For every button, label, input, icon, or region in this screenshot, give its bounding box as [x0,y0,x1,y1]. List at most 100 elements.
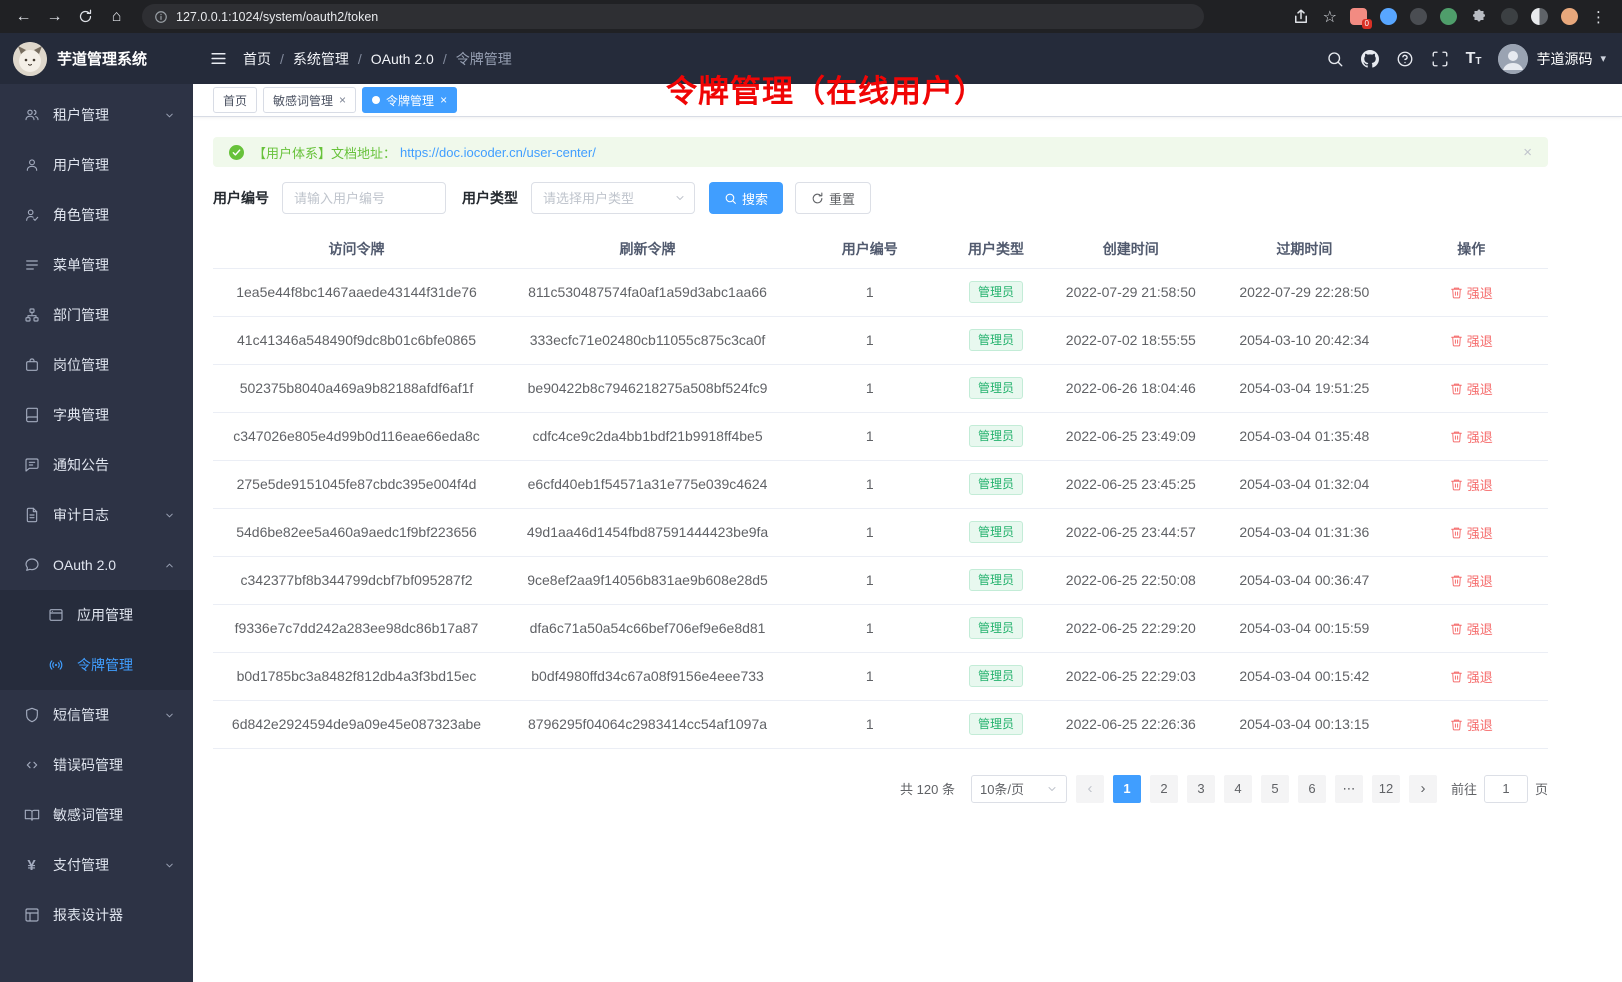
page-size-select[interactable]: 10条/页 [971,775,1067,803]
extension-icon-6[interactable] [1531,8,1548,25]
page-button-1[interactable]: 1 [1113,775,1141,803]
sidebar-item-post[interactable]: 岗位管理 [0,340,193,390]
sidebar-item-report-designer[interactable]: 报表设计器 [0,890,193,940]
fullscreen-icon[interactable] [1431,50,1449,68]
extension-icon-5[interactable] [1501,8,1518,25]
expire-time-cell: 2054-03-04 00:13:15 [1214,700,1394,748]
doc-link[interactable]: https://doc.iocoder.cn/user-center/ [400,145,596,160]
refresh-token-cell: 9ce8ef2aa9f14056b831ae9b608e28d5 [500,556,795,604]
close-icon[interactable]: × [339,94,346,106]
url-text[interactable]: 127.0.0.1:1024/system/oauth2/token [176,10,378,24]
sidebar-item-dict[interactable]: 字典管理 [0,390,193,440]
extension-icon-2[interactable] [1380,8,1397,25]
github-icon[interactable] [1361,50,1379,68]
access-token-cell: c342377bf8b344799dcbf7bf095287f2 [213,556,500,604]
app-title: 芋道管理系统 [57,48,147,69]
help-icon[interactable] [1396,50,1414,68]
force-logout-button[interactable]: 强退 [1450,283,1493,302]
close-icon[interactable]: × [440,94,447,106]
sidebar-item-oauth[interactable]: OAuth 2.0 [0,540,193,590]
tab-sensitive-word[interactable]: 敏感词管理 × [263,87,356,113]
sidebar-item-label: 应用管理 [77,605,133,625]
browser-forward-button[interactable]: → [41,3,68,30]
access-token-cell: 275e5de9151045fe87cbdc395e004f4d [213,460,500,508]
sidebar-item-user[interactable]: 用户管理 [0,140,193,190]
prev-page-button[interactable]: ‹ [1076,775,1104,803]
page-button-6[interactable]: 6 [1298,775,1326,803]
force-logout-label: 强退 [1467,475,1493,494]
sidebar-item-error-code[interactable]: 错误码管理 [0,740,193,790]
page-button-5[interactable]: 5 [1261,775,1289,803]
bookmark-star-icon[interactable]: ☆ [1323,7,1337,27]
force-logout-button[interactable]: 强退 [1450,619,1493,638]
sidebar-item-audit-log[interactable]: 审计日志 [0,490,193,540]
announcement-icon [23,457,40,474]
extension-icon-3[interactable] [1410,8,1427,25]
force-logout-button[interactable]: 强退 [1450,571,1493,590]
force-logout-button[interactable]: 强退 [1450,715,1493,734]
tab-token[interactable]: 令牌管理 × [362,87,457,113]
table-header-row: 访问令牌 刷新令牌 用户编号 用户类型 创建时间 过期时间 操作 [213,230,1548,268]
page-button-2[interactable]: 2 [1150,775,1178,803]
font-size-icon[interactable]: TT [1466,51,1482,67]
next-page-button[interactable]: › [1409,775,1437,803]
briefcase-icon [23,357,40,374]
extension-icon-4[interactable] [1440,8,1457,25]
force-logout-label: 强退 [1467,331,1493,350]
force-logout-button[interactable]: 强退 [1450,427,1493,446]
user-menu[interactable]: 芋道源码 ▾ [1498,44,1606,74]
breadcrumb-oauth[interactable]: OAuth 2.0 [371,51,434,67]
search-button[interactable]: 搜索 [709,182,783,214]
main-area: 首页 / 系统管理 / OAuth 2.0 / 令牌管理 [193,33,1622,982]
force-logout-button[interactable]: 强退 [1450,379,1493,398]
create-time-cell: 2022-07-29 21:58:50 [1047,268,1214,316]
user-id-input[interactable] [282,182,446,214]
sidebar-item-payment[interactable]: ¥ 支付管理 [0,840,193,890]
sidebar-item-sensitive-word[interactable]: 敏感词管理 [0,790,193,840]
search-icon[interactable] [1326,50,1344,68]
user-type-badge: 管理员 [969,713,1023,735]
page-button-3[interactable]: 3 [1187,775,1215,803]
sidebar-item-menu[interactable]: 菜单管理 [0,240,193,290]
sidebar-item-oauth-app[interactable]: 应用管理 [0,590,193,640]
user-type-select-input[interactable] [531,182,695,214]
sidebar-item-oauth-token[interactable]: 令牌管理 [0,640,193,690]
browser-reload-button[interactable] [72,3,99,30]
browser-back-button[interactable]: ← [10,3,37,30]
page-button-4[interactable]: 4 [1224,775,1252,803]
force-logout-button[interactable]: 强退 [1450,523,1493,542]
delete-icon [1450,286,1463,299]
table-row: c347026e805e4d99b0d116eae66eda8c cdfc4ce… [213,412,1548,460]
action-cell: 强退 [1394,508,1548,556]
share-icon[interactable] [1292,8,1310,26]
hamburger-menu-icon[interactable] [209,49,228,68]
tab-home[interactable]: 首页 [213,87,257,113]
app-logo[interactable]: 芋道管理系统 [0,33,193,84]
breadcrumb-home[interactable]: 首页 [243,49,271,69]
browser-home-button[interactable]: ⌂ [103,3,130,30]
breadcrumb-system[interactable]: 系统管理 [293,49,349,69]
extensions-puzzle-icon[interactable] [1470,8,1488,26]
sidebar-item-label: 菜单管理 [53,255,109,275]
more-pages-button[interactable]: ⋯ [1335,775,1363,803]
force-logout-button[interactable]: 强退 [1450,667,1493,686]
sidebar-item-label: 短信管理 [53,705,109,725]
goto-page-input[interactable] [1484,775,1528,803]
alert-close-icon[interactable]: × [1523,144,1532,161]
sidebar-item-sms[interactable]: 短信管理 [0,690,193,740]
sidebar-item-tenant[interactable]: 租户管理 [0,90,193,140]
sidebar-item-dept[interactable]: 部门管理 [0,290,193,340]
browser-menu-icon[interactable]: ⋮ [1591,8,1606,26]
user-type-select[interactable] [531,182,695,214]
url-bar[interactable]: 127.0.0.1:1024/system/oauth2/token [142,4,1204,29]
page-button-12[interactable]: 12 [1372,775,1400,803]
sidebar-item-notice[interactable]: 通知公告 [0,440,193,490]
browser-profile-avatar[interactable] [1561,8,1578,25]
extension-icon-1[interactable]: 0 [1350,8,1367,25]
force-logout-button[interactable]: 强退 [1450,331,1493,350]
sidebar-item-role[interactable]: 角色管理 [0,190,193,240]
open-book-icon [23,807,40,824]
force-logout-button[interactable]: 强退 [1450,475,1493,494]
reset-button[interactable]: 重置 [795,182,871,214]
site-info-icon[interactable] [154,10,168,24]
